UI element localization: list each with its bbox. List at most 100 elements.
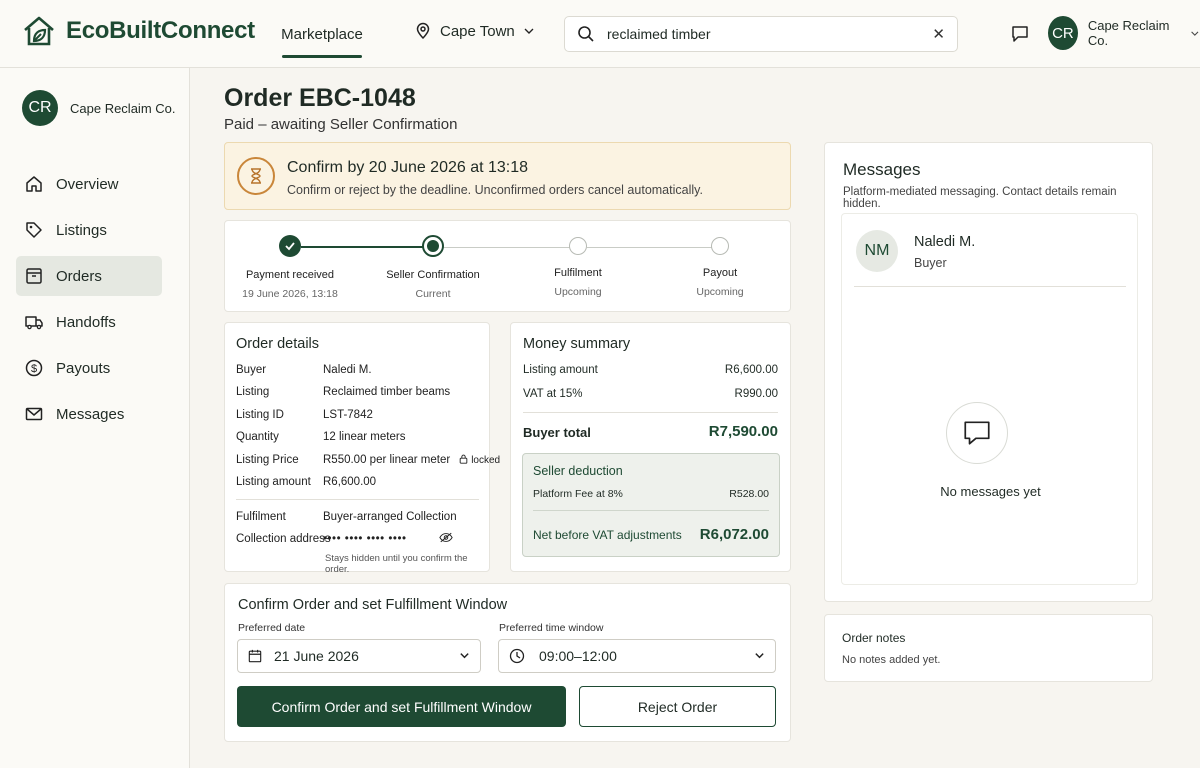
progress-step-payment: Payment received 19 June 2026, 13:18 <box>230 235 350 300</box>
location-label: Cape Town <box>440 22 515 40</box>
step-sub: Upcoming <box>554 286 602 298</box>
detail-key: Fulfilment <box>236 511 286 523</box>
detail-key: Listing <box>236 386 270 398</box>
sidebar-item-label: Overview <box>56 175 119 193</box>
address-hint: Stays hidden until you confirm the order… <box>325 553 468 575</box>
message-thread: NM Naledi M. Buyer No messages yet <box>841 213 1138 585</box>
empty-chat-icon <box>946 402 1008 464</box>
order-notes-empty: No notes added yet. <box>842 654 941 666</box>
money-row-listing-amount: Listing amount R6,600.00 <box>523 364 778 376</box>
location-selector[interactable]: Cape Town <box>414 22 535 40</box>
messages-subtitle: Platform-mediated messaging. Contact det… <box>843 186 1117 210</box>
sidebar-item-label: Messages <box>56 405 125 423</box>
detail-key: Listing amount <box>236 476 311 488</box>
hourglass-icon <box>237 157 275 195</box>
lock-icon <box>460 454 468 464</box>
brand-name: EcoBuiltConnect <box>66 17 255 44</box>
step-sub: Upcoming <box>696 286 744 298</box>
current-step-icon <box>422 235 444 257</box>
divider <box>236 499 479 500</box>
money-row-vat: VAT at 15% R990.00 <box>523 388 778 400</box>
messages-button[interactable] <box>1010 24 1030 47</box>
chevron-down-icon <box>460 653 469 659</box>
user-name: Cape Reclaim Co. <box>1087 18 1170 48</box>
chat-bubble-icon <box>1012 26 1028 42</box>
money-label: Buyer total <box>523 425 591 440</box>
profile-avatar: CR <box>22 90 58 126</box>
clear-search-icon[interactable]: ✕ <box>932 25 945 43</box>
sidebar-item-label: Handoffs <box>56 313 116 331</box>
confirm-form-title: Confirm Order and set Fulfillment Window <box>238 597 508 613</box>
search-icon <box>578 26 594 42</box>
detail-key: Listing ID <box>236 409 284 421</box>
sidebar-item-label: Payouts <box>56 359 111 377</box>
money-label: VAT at 15% <box>523 388 583 400</box>
top-bar: EcoBuiltConnect Marketplace Cape Town ✕ … <box>0 0 1200 68</box>
sidebar-item-listings[interactable]: Listings <box>16 210 162 250</box>
svg-text:$: $ <box>31 363 37 375</box>
detail-value-wrap: R550.00 per linear meter locked <box>323 454 500 466</box>
time-value: 09:00–12:00 <box>539 648 617 664</box>
sidebar-item-label: Listings <box>56 221 107 239</box>
locked-label: locked <box>471 455 501 466</box>
detail-value: Naledi M. <box>323 364 372 376</box>
fee-value: R528.00 <box>729 488 769 500</box>
detail-value: R6,600.00 <box>323 476 377 488</box>
sidebar-item-overview[interactable]: Overview <box>16 164 162 204</box>
contact-name: Naledi M. <box>914 234 976 250</box>
orders-box-icon <box>26 268 42 284</box>
step-sub: Current <box>415 288 451 300</box>
buyer-total-value: R7,590.00 <box>708 423 778 440</box>
time-label: Preferred time window <box>499 622 604 634</box>
clock-icon <box>509 648 525 664</box>
page-title: Order EBC-1048 <box>224 84 416 112</box>
sidebar-profile[interactable]: CR Cape Reclaim Co. <box>22 90 176 126</box>
confirm-order-button[interactable]: Confirm Order and set Fulfillment Window <box>237 686 566 727</box>
messages-panel: Messages Platform-mediated messaging. Co… <box>824 142 1153 602</box>
user-avatar: CR <box>1048 16 1078 50</box>
detail-key: Collection address <box>236 533 331 545</box>
money-summary-title: Money summary <box>523 336 631 352</box>
divider <box>854 286 1126 287</box>
order-details-title: Order details <box>236 336 320 352</box>
date-picker[interactable]: 21 June 2026 <box>237 639 481 673</box>
hidden-eye-icon[interactable] <box>439 531 453 546</box>
divider <box>523 412 778 413</box>
step-label: Seller Confirmation <box>386 269 480 281</box>
step-sub: 19 June 2026, 13:18 <box>242 288 338 300</box>
chevron-down-icon <box>524 28 534 34</box>
order-notes-title: Order notes <box>842 631 906 645</box>
deadline-banner: Confirm by 20 June 2026 at 13:18 Confirm… <box>224 142 791 210</box>
brand[interactable]: EcoBuiltConnect <box>22 14 255 48</box>
step-label: Payout <box>702 267 738 279</box>
sidebar-item-payouts[interactable]: $ Payouts <box>16 348 162 388</box>
reject-order-button[interactable]: Reject Order <box>579 686 776 727</box>
detail-value: Reclaimed timber beams <box>323 386 451 398</box>
seller-deduction-box: Seller deduction Platform Fee at 8% R528… <box>522 453 780 557</box>
time-window-select[interactable]: 09:00–12:00 <box>498 639 776 673</box>
money-value: R6,600.00 <box>724 364 778 376</box>
upcoming-step-icon <box>711 237 729 255</box>
deadline-title: Confirm by 20 June 2026 at 13:18 <box>287 159 529 176</box>
nav-marketplace[interactable]: Marketplace <box>281 0 363 68</box>
masked-address: •••• •••• •••• •••• <box>323 533 407 545</box>
step-label: Fulfilment <box>554 267 602 279</box>
sidebar-item-messages[interactable]: Messages <box>16 394 162 434</box>
user-menu[interactable]: CR Cape Reclaim Co. <box>1048 16 1200 50</box>
truck-icon <box>25 316 43 330</box>
net-label: Net before VAT adjustments <box>533 528 682 542</box>
detail-value: LST-7842 <box>323 409 373 421</box>
detail-value: 12 linear meters <box>323 431 406 443</box>
money-value: R990.00 <box>734 388 778 400</box>
progress-step-seller-confirmation: Seller Confirmation Current <box>373 235 493 300</box>
step-label: Payment received <box>245 269 335 281</box>
sidebar-item-orders[interactable]: Orders <box>16 256 162 296</box>
check-icon <box>279 235 301 257</box>
fee-label: Platform Fee at 8% <box>533 488 623 500</box>
sidebar-item-handoffs[interactable]: Handoffs <box>16 302 162 342</box>
chevron-down-icon <box>1191 31 1199 36</box>
date-value: 21 June 2026 <box>274 648 359 664</box>
money-row-buyer-total: Buyer total R7,590.00 <box>523 423 778 440</box>
profile-name: Cape Reclaim Co. <box>70 100 176 116</box>
search-input[interactable] <box>607 26 933 42</box>
